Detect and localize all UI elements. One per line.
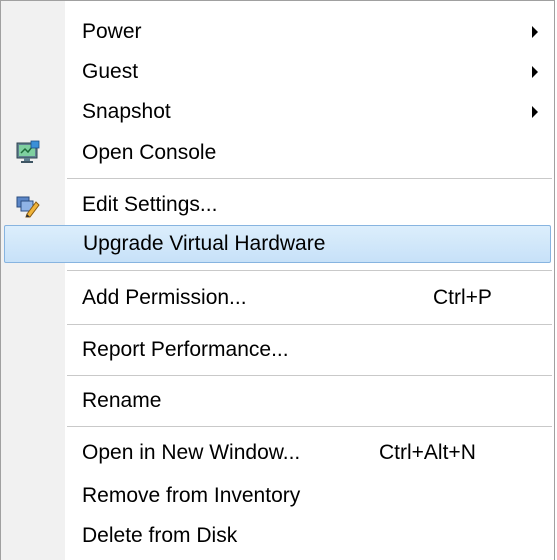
menu-item-label: Snapshot bbox=[82, 100, 171, 123]
shortcut-text: Ctrl+P bbox=[433, 286, 492, 309]
menu-item-rename[interactable]: Rename bbox=[1, 382, 554, 420]
menu-separator bbox=[67, 426, 552, 428]
menu-separator bbox=[67, 375, 552, 377]
submenu-arrow-icon bbox=[532, 26, 538, 38]
menu-item-label: Add Permission... bbox=[82, 286, 247, 309]
edit-settings-icon bbox=[15, 192, 41, 218]
menu-item-label: Report Performance... bbox=[82, 338, 289, 361]
menu-item-add-permission[interactable]: Add Permission... Ctrl+P bbox=[1, 279, 554, 317]
menu-separator bbox=[67, 324, 552, 326]
menu-item-delete-from-disk[interactable]: Delete from Disk bbox=[1, 517, 554, 555]
menu-item-label: Open in New Window... bbox=[82, 441, 301, 464]
menu-item-label: Power bbox=[82, 20, 142, 43]
menu-item-edit-settings[interactable]: Edit Settings... bbox=[1, 186, 554, 224]
menu-item-label: Remove from Inventory bbox=[82, 484, 301, 507]
menu-item-label: Edit Settings... bbox=[82, 193, 218, 216]
menu-item-power[interactable]: Power bbox=[1, 13, 554, 51]
menu-item-label: Guest bbox=[82, 60, 139, 83]
menu-item-label: Rename bbox=[82, 389, 162, 412]
menu-item-label: Open Console bbox=[82, 141, 217, 164]
submenu-arrow-icon bbox=[532, 66, 538, 78]
menu-item-label: Upgrade Virtual Hardware bbox=[83, 232, 326, 255]
menu-item-remove-from-inventory[interactable]: Remove from Inventory bbox=[1, 477, 554, 515]
menu-item-open-console[interactable]: Open Console bbox=[1, 134, 554, 172]
menu-item-label: Delete from Disk bbox=[82, 524, 238, 547]
menu-item-upgrade-virtual-hardware[interactable]: Upgrade Virtual Hardware bbox=[4, 225, 551, 263]
console-icon bbox=[15, 140, 41, 166]
menu-item-guest[interactable]: Guest bbox=[1, 53, 554, 91]
submenu-arrow-icon bbox=[532, 106, 538, 118]
menu-item-open-in-new-window[interactable]: Open in New Window... Ctrl+Alt+N bbox=[1, 434, 554, 472]
menu-item-snapshot[interactable]: Snapshot bbox=[1, 93, 554, 131]
context-menu: Power Guest Snapshot Open Console Edit S… bbox=[0, 0, 555, 560]
shortcut-text: Ctrl+Alt+N bbox=[379, 441, 476, 464]
menu-separator bbox=[67, 178, 552, 180]
menu-item-report-performance[interactable]: Report Performance... bbox=[1, 331, 554, 369]
menu-separator bbox=[67, 270, 552, 272]
